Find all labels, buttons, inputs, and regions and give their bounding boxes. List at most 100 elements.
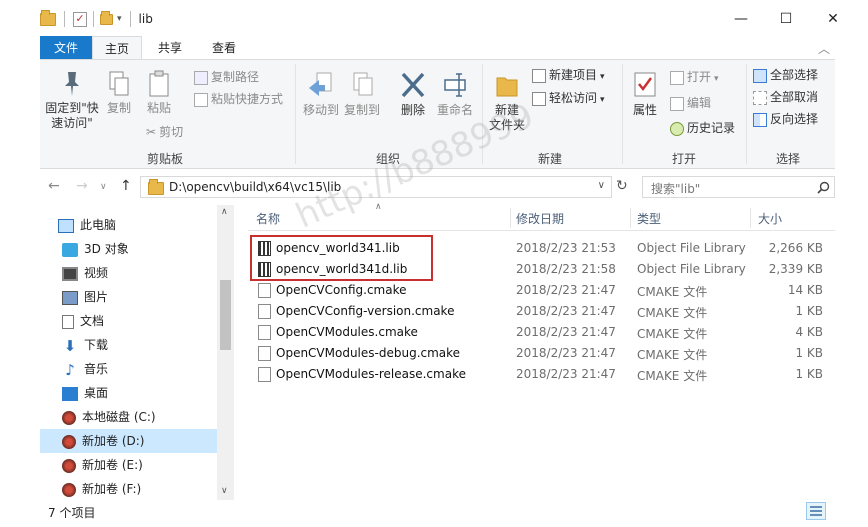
paste-shortcut-button[interactable]: 粘贴快捷方式 xyxy=(194,92,283,107)
download-icon: ⬇ xyxy=(63,336,77,355)
file-size: 1 KB xyxy=(795,346,823,360)
new-item-icon xyxy=(532,68,546,83)
invert-selection-icon xyxy=(753,112,767,127)
qat-separator xyxy=(129,11,131,27)
tab-home[interactable]: 主页 xyxy=(92,36,142,60)
file-date: 2018/2/23 21:47 xyxy=(516,367,616,381)
copy-button[interactable]: 复制 xyxy=(104,70,134,116)
back-arrow-icon[interactable]: ← xyxy=(48,178,60,194)
address-dropdown-icon[interactable]: ∨ xyxy=(598,180,605,191)
scroll-up-icon[interactable]: ∧ xyxy=(221,207,228,217)
nav-item-drive-e[interactable]: 新加卷 (E:) xyxy=(40,453,218,477)
select-all-button[interactable]: 全部选择 xyxy=(753,68,818,83)
qat-separator xyxy=(93,11,94,27)
edit-button[interactable]: 编辑 xyxy=(670,96,711,111)
group-label-new: 新建 xyxy=(537,152,562,166)
disk-icon xyxy=(62,434,76,449)
invert-selection-button[interactable]: 反向选择 xyxy=(753,112,818,127)
open-icon xyxy=(670,70,684,85)
move-to-icon xyxy=(309,72,332,96)
open-button[interactable]: 打开 ▾ xyxy=(670,70,719,87)
tab-share[interactable]: 共享 xyxy=(148,36,192,60)
nav-item-downloads[interactable]: ⬇ 下载 xyxy=(40,333,218,357)
history-label: 历史记录 xyxy=(687,121,736,135)
up-arrow-icon[interactable]: ↑ xyxy=(120,178,132,194)
nav-item-drive-f[interactable]: 新加卷 (F:) xyxy=(40,477,218,501)
select-none-icon xyxy=(753,90,767,105)
paste-button[interactable]: 粘贴 xyxy=(144,70,174,116)
file-type: CMAKE 文件 xyxy=(637,285,708,299)
column-divider[interactable] xyxy=(630,208,631,228)
nav-item-this-pc[interactable]: 此电脑 xyxy=(40,213,218,237)
nav-item-3d-objects[interactable]: 3D 对象 xyxy=(40,237,218,261)
properties-check-icon[interactable]: ✓ xyxy=(73,11,87,27)
collapse-ribbon-icon[interactable]: ︿ xyxy=(818,40,830,57)
maximize-button[interactable]: ☐ xyxy=(763,6,809,32)
rename-button[interactable]: 重命名 xyxy=(436,70,474,118)
nav-label: 文档 xyxy=(80,314,105,328)
file-row[interactable]: OpenCVConfig.cmake 2018/2/23 21:47 CMAKE… xyxy=(248,280,835,301)
file-row[interactable]: OpenCVModules.cmake 2018/2/23 21:47 CMAK… xyxy=(248,322,835,343)
copy-path-button[interactable]: 复制路径 xyxy=(194,70,259,85)
rename-label: 重命名 xyxy=(436,103,473,117)
column-header-type[interactable]: 类型 xyxy=(637,210,661,227)
nav-scroll-thumb[interactable] xyxy=(220,280,231,350)
picture-icon xyxy=(62,290,78,305)
group-separator xyxy=(746,64,747,164)
details-view-button[interactable] xyxy=(806,502,826,520)
paste-shortcut-label: 粘贴快捷方式 xyxy=(211,92,284,106)
file-row[interactable]: OpenCVConfig-version.cmake 2018/2/23 21:… xyxy=(248,301,835,322)
pin-quick-access-button[interactable]: 固定到"快 速访问" xyxy=(44,70,100,131)
properties-button[interactable]: 属性 xyxy=(628,70,662,118)
group-label-select: 选择 xyxy=(775,152,800,166)
file-row[interactable]: OpenCVModules-debug.cmake 2018/2/23 21:4… xyxy=(248,343,835,364)
cube-icon xyxy=(62,242,78,257)
column-header-date[interactable]: 修改日期 xyxy=(516,210,564,227)
file-date: 2018/2/23 21:47 xyxy=(516,325,616,339)
nav-item-documents[interactable]: 文档 xyxy=(40,309,218,333)
file-name: OpenCVModules.cmake xyxy=(276,325,418,339)
column-divider[interactable] xyxy=(750,208,751,228)
nav-item-drive-c[interactable]: 本地磁盘 (C:) xyxy=(40,405,218,429)
tab-file[interactable]: 文件 xyxy=(40,36,92,60)
history-button[interactable]: 历史记录 xyxy=(670,121,735,136)
column-header-size[interactable]: 大小 xyxy=(758,210,782,227)
nav-scrollbar[interactable] xyxy=(217,205,234,500)
close-button[interactable]: ✕ xyxy=(810,6,856,32)
recent-dropdown-icon[interactable]: ∨ xyxy=(100,182,107,192)
edit-icon xyxy=(670,96,684,111)
nav-label: 音乐 xyxy=(84,362,109,376)
nav-item-drive-d[interactable]: 新加卷 (D:) xyxy=(40,429,218,453)
nav-item-pictures[interactable]: 图片 xyxy=(40,285,218,309)
qat-dropdown-icon[interactable]: ▾ xyxy=(117,14,122,24)
scroll-down-icon[interactable]: ∨ xyxy=(221,486,228,496)
column-divider[interactable] xyxy=(510,208,511,228)
nav-item-videos[interactable]: 视频 xyxy=(40,261,218,285)
navigation-pane: 此电脑 3D 对象 视频 图片 文档 ⬇ 下载 ♪ 音乐 桌面 本地磁盘 (C:) … xyxy=(40,205,234,500)
file-row[interactable]: OpenCVModules-release.cmake 2018/2/23 21… xyxy=(248,364,835,385)
forward-arrow-icon[interactable]: → xyxy=(76,178,88,194)
nav-item-desktop[interactable]: 桌面 xyxy=(40,381,218,405)
search-input[interactable]: 搜索"lib" xyxy=(642,176,835,198)
easy-access-button[interactable]: 轻松访问 ▾ xyxy=(532,91,605,108)
folder-icon[interactable] xyxy=(100,10,113,25)
delete-button[interactable]: 删除 xyxy=(398,70,428,118)
group-separator xyxy=(622,64,623,164)
refresh-icon[interactable]: ↻ xyxy=(616,178,628,194)
column-header-name[interactable]: 名称 xyxy=(256,210,280,227)
disk-icon xyxy=(62,458,76,473)
desktop-icon xyxy=(62,386,78,401)
nav-item-music[interactable]: ♪ 音乐 xyxy=(40,357,218,381)
minimize-button[interactable]: — xyxy=(718,6,764,32)
file-name: OpenCVModules-debug.cmake xyxy=(276,346,461,360)
group-label-clipboard: 剪贴板 xyxy=(146,152,183,166)
window-title: lib xyxy=(138,12,153,26)
tab-view[interactable]: 查看 xyxy=(202,36,246,60)
copy-to-button[interactable]: 复制到 xyxy=(343,70,381,118)
new-item-button[interactable]: 新建项目 ▾ xyxy=(532,68,605,85)
status-bar xyxy=(40,500,835,522)
cut-button[interactable]: ✂ 剪切 xyxy=(146,125,183,140)
select-none-button[interactable]: 全部取消 xyxy=(753,90,818,105)
move-to-button[interactable]: 移动到 xyxy=(302,70,340,118)
pin-icon xyxy=(65,72,79,96)
